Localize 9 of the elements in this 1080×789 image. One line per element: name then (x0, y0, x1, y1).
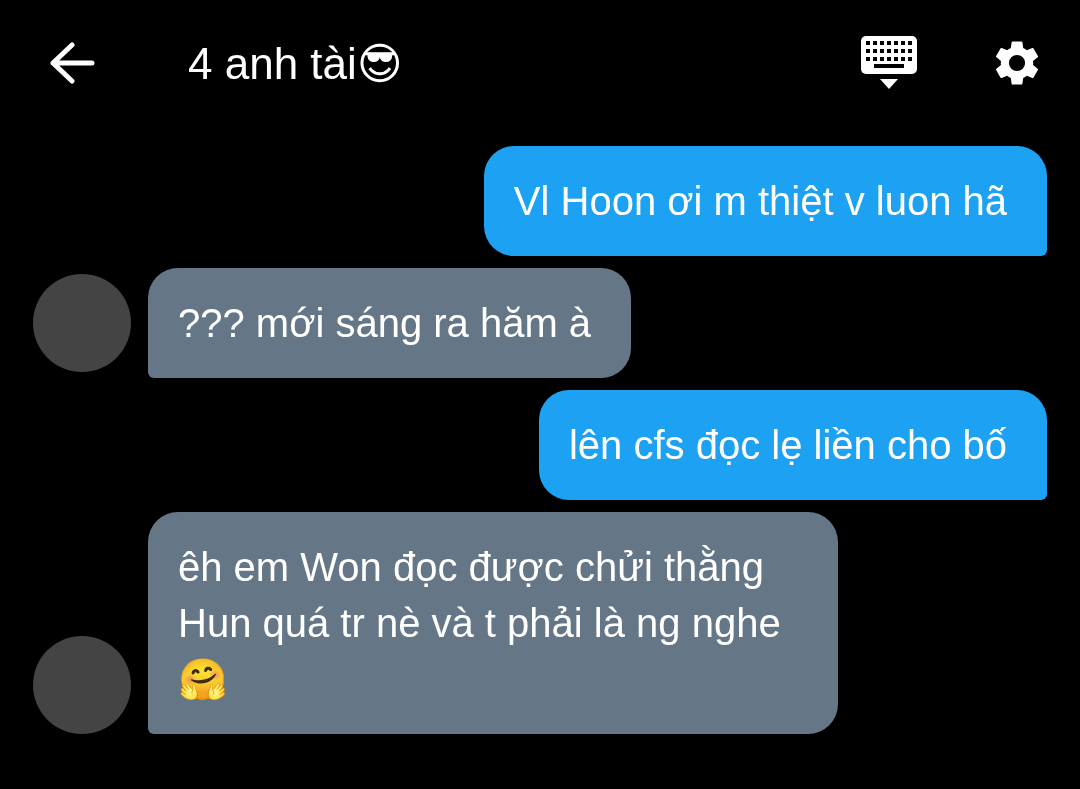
received-message: êh em Won đọc được chửi thằng Hun quá tr nè và t phải là ng nghe 🤗 (148, 512, 838, 734)
received-message: ??? mới sáng ra hăm à (148, 268, 632, 378)
sent-message: Vl Hoon ơi m thiệt v luon hã (483, 146, 1047, 256)
sent-message: lên cfs đọc lẹ liền cho bố (538, 390, 1047, 500)
back-button[interactable] (48, 42, 96, 84)
keyboard-icon (860, 35, 918, 91)
back-arrow-icon (48, 42, 96, 84)
keyboard-button[interactable] (860, 35, 918, 91)
chat-title: 4 anh tài😎 (188, 37, 404, 89)
